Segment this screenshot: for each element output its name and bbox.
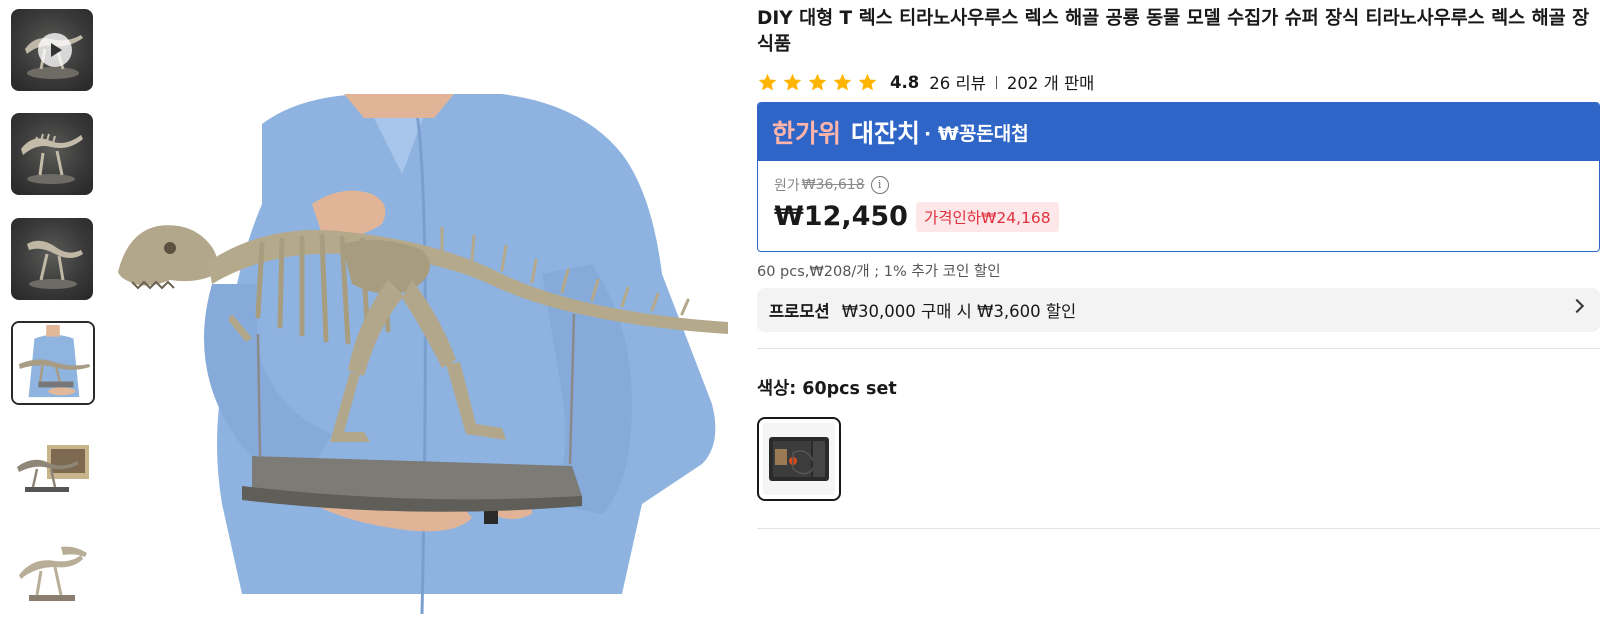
section-divider-bottom <box>757 528 1600 529</box>
current-price: ₩12,450 <box>774 201 908 232</box>
star-icon <box>833 73 852 90</box>
star-icon <box>858 73 877 90</box>
section-divider <box>757 348 1600 349</box>
per-unit-price: 60 pcs,₩208/개 ; 1% 추가 코인 할인 <box>757 264 1001 280</box>
color-option-60pcs[interactable] <box>757 417 841 501</box>
person-holding-image <box>13 323 93 403</box>
info-icon[interactable]: i <box>870 176 889 194</box>
promo-title-highlight: 한가위 <box>772 119 842 148</box>
price-promo-box: 한가위 대잔치 · ₩꽁돈대첩 원가 ₩36,618 i ₩12,450 가격인… <box>757 102 1600 252</box>
thumbnail-video[interactable] <box>11 9 93 91</box>
product-title: DIY 대형 T 렉스 티라노사우루스 렉스 해골 공룡 동물 모델 수집가 슈… <box>757 8 1590 55</box>
rating-stars[interactable] <box>757 72 878 93</box>
rating-row: 4.8 26 리뷰 202 개 판매 <box>757 68 1094 96</box>
thumbnail-2[interactable] <box>11 113 93 195</box>
discount-badge: 가격인하₩24,168 <box>915 201 1059 232</box>
review-count-link[interactable]: 26 리뷰 <box>929 70 986 94</box>
main-product-image <box>112 94 728 614</box>
product-info-panel: DIY 대형 T 렉스 티라노사우루스 렉스 해골 공룡 동물 모델 수집가 슈… <box>757 6 1600 529</box>
rating-value: 4.8 <box>890 72 920 92</box>
t-rex-skeleton-photo <box>112 94 728 614</box>
product-box-thumbnail <box>763 423 835 495</box>
thumbnail-3[interactable] <box>11 218 93 300</box>
thumbnail-4-active[interactable] <box>11 321 95 405</box>
price-row: ₩12,450 가격인하₩24,168 <box>774 201 1059 232</box>
divider <box>995 75 997 89</box>
boxed-model-image <box>11 427 93 509</box>
star-icon <box>783 73 802 90</box>
skeleton-image <box>21 133 83 184</box>
skeleton-light-image <box>11 531 93 613</box>
color-label: 색상: 60pcs set <box>757 379 897 399</box>
star-icon <box>808 73 827 90</box>
promotion-bar[interactable]: 프로모션 ₩30,000 구매 시 ₩3,600 할인 <box>757 288 1600 332</box>
chevron-right-icon <box>1569 298 1585 314</box>
promo-subtitle: · ₩꽁돈대첩 <box>924 122 1029 145</box>
play-icon[interactable] <box>38 33 72 67</box>
star-icon <box>758 73 777 90</box>
promotion-text: ₩30,000 구매 시 ₩3,600 할인 <box>841 302 1077 321</box>
skeleton-image <box>27 240 83 289</box>
original-price-row: 원가 ₩36,618 i <box>774 175 889 195</box>
promo-banner: 한가위 대잔치 · ₩꽁돈대첩 <box>758 103 1599 161</box>
original-price: ₩36,618 <box>801 177 865 193</box>
thumbnail-5[interactable] <box>11 427 93 509</box>
promotion-label: 프로모션 <box>769 302 830 321</box>
sold-count: 202 개 판매 <box>1006 74 1095 93</box>
promo-title: 대잔치 <box>851 119 921 148</box>
original-price-label: 원가 <box>774 178 800 194</box>
thumbnail-6[interactable] <box>11 531 93 613</box>
